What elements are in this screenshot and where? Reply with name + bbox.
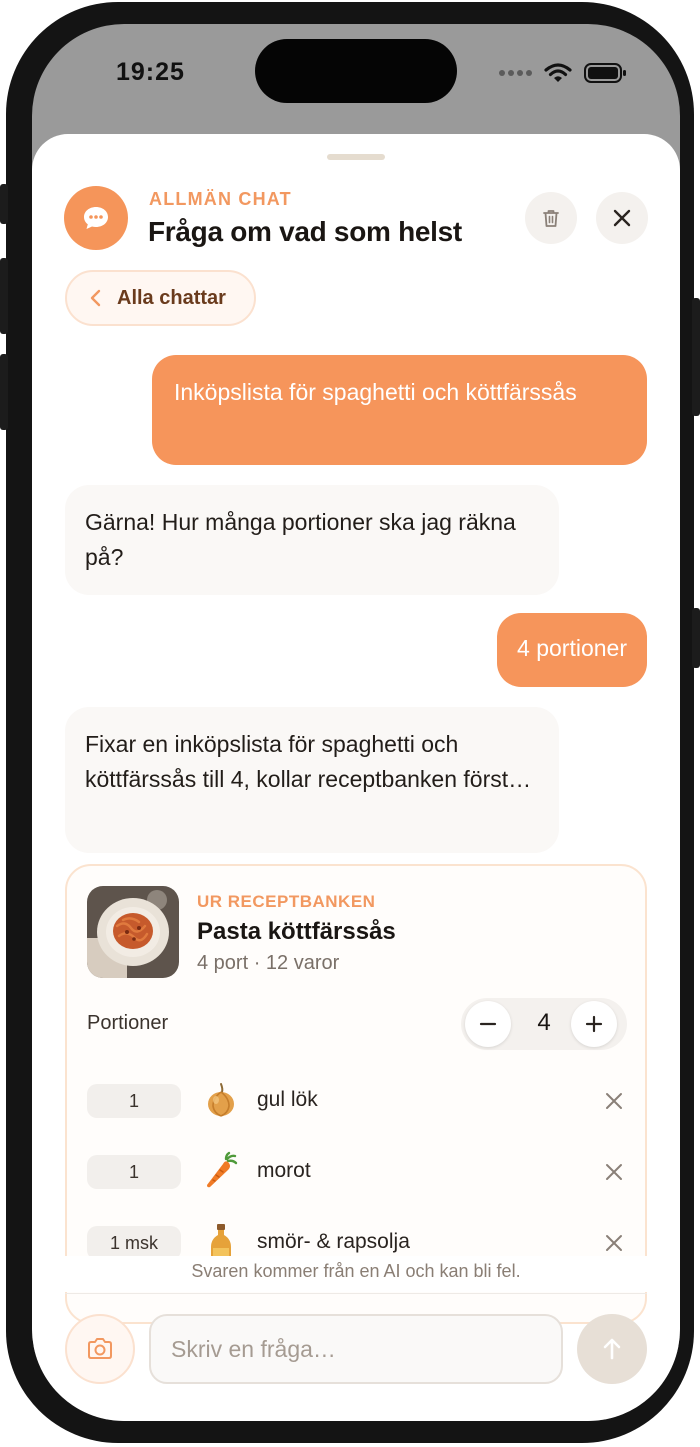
volume-up-button xyxy=(0,258,8,334)
recipe-card[interactable]: UR RECEPTBANKEN Pasta köttfärssås 4 port… xyxy=(65,864,647,1324)
plus-icon xyxy=(585,1015,603,1033)
delete-chat-button[interactable] xyxy=(525,192,577,244)
dynamic-island xyxy=(255,39,457,103)
user-message: 4 portioner xyxy=(497,613,647,687)
ingredient-quantity[interactable]: 1 xyxy=(87,1155,181,1189)
cellular-signal-icon xyxy=(499,70,532,76)
chat-title: Fråga om vad som helst xyxy=(148,216,462,247)
wifi-icon xyxy=(544,63,572,82)
ingredient-row: 1 morot xyxy=(87,1151,627,1193)
sheet-grabber[interactable] xyxy=(327,154,385,160)
ingredient-name: smör- & rapsolja xyxy=(257,1230,410,1253)
chat-sheet: ALLMÄN CHAT Fråga om vad som helst Alla … xyxy=(32,134,680,1421)
ingredient-name: gul lök xyxy=(257,1088,318,1111)
recipe-source-label: UR RECEPTBANKEN xyxy=(197,892,376,911)
recipe-image xyxy=(87,886,179,978)
onion-icon xyxy=(208,1083,234,1117)
ai-disclaimer: Svaren kommer från en AI och kan bli fel… xyxy=(32,1256,680,1292)
phone-frame: 19:25 ALLMÄN CHAT Fråga om vad som helst… xyxy=(0,2,700,1443)
chat-avatar xyxy=(64,186,128,250)
ingredient-row: 1 gul lök xyxy=(87,1082,627,1122)
message-text: Inköpslista för spaghetti och köttfärsså… xyxy=(174,379,577,405)
volume-down-button xyxy=(0,354,8,430)
portions-stepper: 4 xyxy=(461,998,627,1050)
camera-button[interactable] xyxy=(65,1314,135,1384)
ingredient-quantity[interactable]: 1 xyxy=(87,1084,181,1118)
assistant-message: Fixar en inköpslista för spaghetti och k… xyxy=(65,707,559,853)
remove-ingredient-button[interactable] xyxy=(601,1230,627,1256)
chevron-left-icon xyxy=(90,289,101,307)
increase-portions-button[interactable] xyxy=(571,1001,617,1047)
message-text: 4 portioner xyxy=(517,635,627,661)
portions-label: Portioner xyxy=(87,1012,169,1034)
recipe-meta: 4 port · 12 varor xyxy=(197,952,340,974)
question-input[interactable] xyxy=(149,1314,563,1384)
arrow-up-icon xyxy=(603,1338,621,1360)
battery-icon xyxy=(584,63,626,83)
power-button xyxy=(692,298,700,416)
status-icons xyxy=(499,62,626,84)
decrease-portions-button[interactable] xyxy=(465,1001,511,1047)
close-button[interactable] xyxy=(596,192,648,244)
status-bar: 19:25 xyxy=(32,24,680,134)
carrot-icon xyxy=(207,1151,238,1188)
minus-icon xyxy=(479,1022,497,1026)
chat-category: ALLMÄN CHAT xyxy=(149,189,292,209)
composer-divider xyxy=(65,1293,647,1294)
remove-ingredient-button[interactable] xyxy=(601,1159,627,1185)
message-text: Gärna! Hur många portioner ska jag räkna… xyxy=(85,509,516,570)
remove-ingredient-button[interactable] xyxy=(601,1088,627,1114)
all-chats-label: Alla chattar xyxy=(117,286,226,309)
ingredient-name: morot xyxy=(257,1159,311,1182)
screen: 19:25 ALLMÄN CHAT Fråga om vad som helst… xyxy=(32,24,680,1421)
all-chats-button[interactable]: Alla chattar xyxy=(65,270,256,326)
ingredient-quantity[interactable]: 1 msk xyxy=(87,1226,181,1260)
assistant-message: Gärna! Hur många portioner ska jag räkna… xyxy=(65,485,559,595)
close-icon xyxy=(613,209,631,227)
status-time: 19:25 xyxy=(116,58,185,86)
camera-icon xyxy=(88,1338,112,1359)
camera-control-button xyxy=(692,608,700,668)
chat-bubble-icon xyxy=(84,207,108,229)
message-text: Fixar en inköpslista för spaghetti och k… xyxy=(85,731,532,792)
recipe-title: Pasta köttfärssås xyxy=(197,918,396,945)
user-message: Inköpslista för spaghetti och köttfärsså… xyxy=(152,355,647,465)
send-button[interactable] xyxy=(577,1314,647,1384)
action-button xyxy=(0,184,8,224)
trash-icon xyxy=(543,210,559,227)
